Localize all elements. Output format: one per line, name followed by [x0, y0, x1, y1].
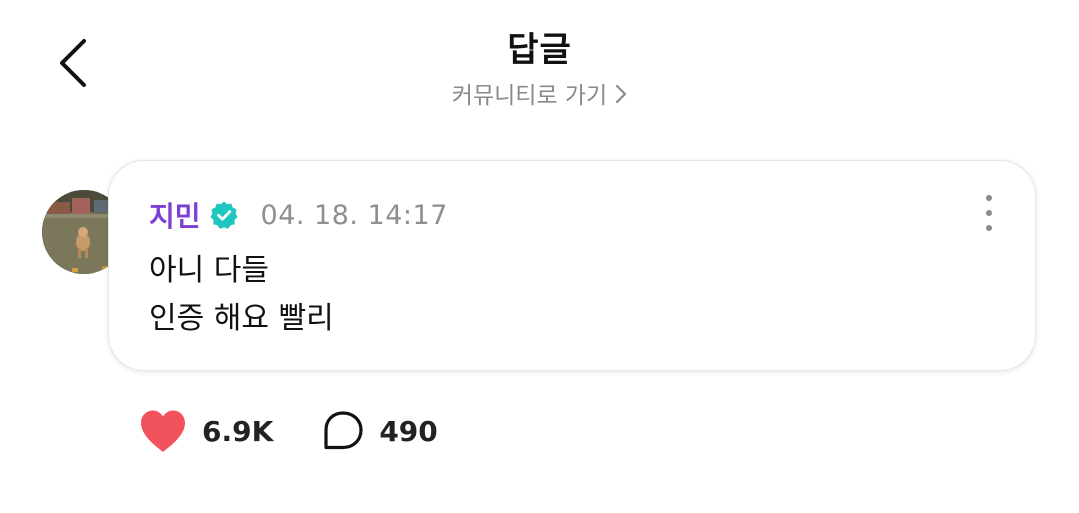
more-vertical-icon-dot [986, 210, 992, 216]
more-options-button[interactable] [977, 195, 1001, 231]
more-vertical-icon-dot [986, 225, 992, 231]
verified-badge-icon [210, 201, 238, 229]
speech-bubble-icon [324, 411, 363, 450]
more-vertical-icon-dot [986, 195, 992, 201]
comment-meta: 지민 04. 18. 14:17 [149, 195, 448, 235]
comment-timestamp: 04. 18. 14:17 [260, 199, 448, 231]
comment-body: 아니 다들 인증 해요 빨리 [149, 247, 334, 343]
comment-line-1: 아니 다들 [149, 253, 269, 288]
heart-icon [141, 410, 185, 452]
reply-button[interactable]: 490 [321, 409, 438, 453]
comment-actions: 6.9K 490 [138, 408, 438, 454]
chevron-right-icon [616, 84, 627, 104]
like-count: 6.9K [202, 414, 274, 448]
community-link-label: 커뮤니티로 가기 [451, 83, 608, 109]
community-link[interactable]: 커뮤니티로 가기 [0, 76, 1079, 110]
comment-line-2: 인증 해요 빨리 [149, 301, 334, 336]
like-button[interactable]: 6.9K [138, 408, 273, 454]
reply-count: 490 [379, 414, 438, 448]
author-name[interactable]: 지민 [149, 195, 201, 235]
comment-card: 지민 04. 18. 14:17 아니 다들 인증 해요 빨리 [108, 160, 1036, 371]
reply-screen: 답글 커뮤니티로 가기 지민 04. 18. 14:17 아니 다들 인증 해요… [0, 0, 1079, 513]
page-title: 답글 [507, 30, 572, 70]
